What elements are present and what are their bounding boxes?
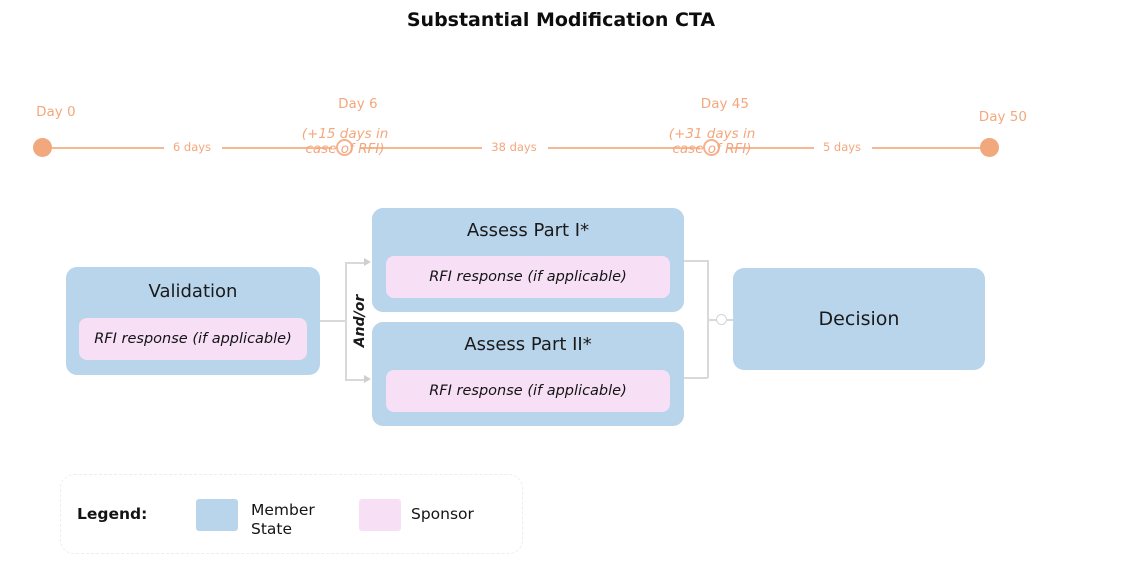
diagram-canvas: Substantial Modification CTA Day 0 Day 6… <box>0 0 1122 582</box>
assess-part-1-title: Assess Part I* <box>466 220 590 241</box>
timeline-duration-2: 38 days <box>491 140 537 154</box>
legend: Legend: Member State Sponsor <box>60 474 523 554</box>
connector-part2-out <box>684 377 708 379</box>
assess-part-2-rfi-box[interactable]: RFI response (if applicable) <box>386 370 670 412</box>
validation-box[interactable]: Validation RFI response (if applicable) <box>66 267 320 375</box>
timeline-marker-day-50[interactable] <box>980 138 999 157</box>
timeline-label-day-50: Day 50 <box>940 95 1040 140</box>
timeline-label-day-50-main: Day 50 <box>978 109 1027 125</box>
assess-part-2-box[interactable]: Assess Part II* RFI response (if applica… <box>372 322 684 426</box>
timeline-label-day-6-sub: (+15 days in case of RFI) <box>301 126 389 157</box>
connector-validation-out <box>320 320 346 322</box>
timeline-label-day-0-main: Day 0 <box>36 104 76 120</box>
arrowhead-to-part2-icon <box>364 375 371 383</box>
validation-title: Validation <box>148 281 238 302</box>
timeline-label-day-45: Day 45 (+31 days in case of RFI) <box>642 82 782 187</box>
page-title: Substantial Modification CTA <box>406 9 716 31</box>
legend-swatch-member-state <box>196 499 238 531</box>
timeline-label-day-45-sub: (+31 days in case of RFI) <box>668 126 756 157</box>
connector-part1-out <box>684 260 708 262</box>
legend-label-sponsor: Sponsor <box>411 505 474 523</box>
validation-rfi-box[interactable]: RFI response (if applicable) <box>79 318 307 360</box>
timeline-label-day-6: Day 6 (+15 days in case of RFI) <box>275 82 415 187</box>
assess-part-1-rfi-box[interactable]: RFI response (if applicable) <box>386 256 670 298</box>
legend-title: Legend: <box>77 505 148 523</box>
arrowhead-to-part1-icon <box>364 258 371 266</box>
connector-branch-spine <box>345 262 347 380</box>
decision-title: Decision <box>818 308 900 330</box>
timeline-marker-day-0[interactable] <box>33 138 52 157</box>
timeline-duration-3: 5 days <box>822 140 862 154</box>
timeline-label-day-0: Day 0 <box>0 90 93 135</box>
legend-label-member-state: Member State <box>251 501 315 538</box>
timeline-label-day-6-main: Day 6 <box>338 96 378 112</box>
legend-swatch-sponsor <box>359 499 401 531</box>
branch-label-and-or: And/or <box>352 294 368 348</box>
assess-part-2-title: Assess Part II* <box>464 334 592 355</box>
decision-box[interactable]: Decision <box>733 268 985 370</box>
timeline-duration-1: 6 days <box>172 140 212 154</box>
timeline-label-day-45-main: Day 45 <box>700 96 749 112</box>
assess-part-1-box[interactable]: Assess Part I* RFI response (if applicab… <box>372 208 684 312</box>
